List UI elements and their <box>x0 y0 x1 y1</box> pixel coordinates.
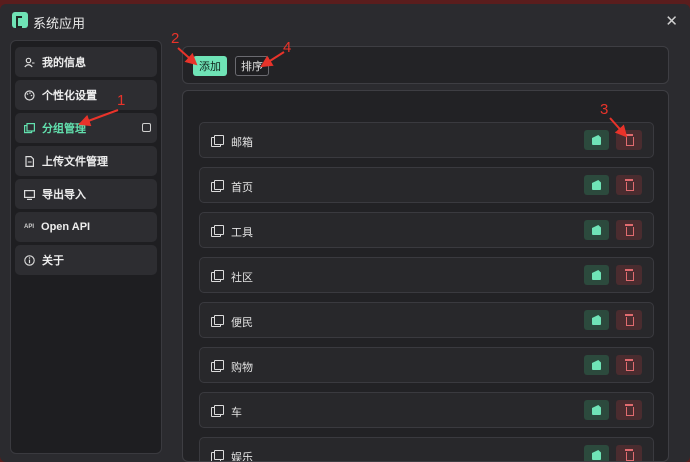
arrow-4 <box>260 51 285 68</box>
arrow-1 <box>78 109 119 127</box>
arrow-2 <box>177 47 198 66</box>
annotation-arrows <box>78 47 628 138</box>
arrow-3 <box>609 117 628 138</box>
